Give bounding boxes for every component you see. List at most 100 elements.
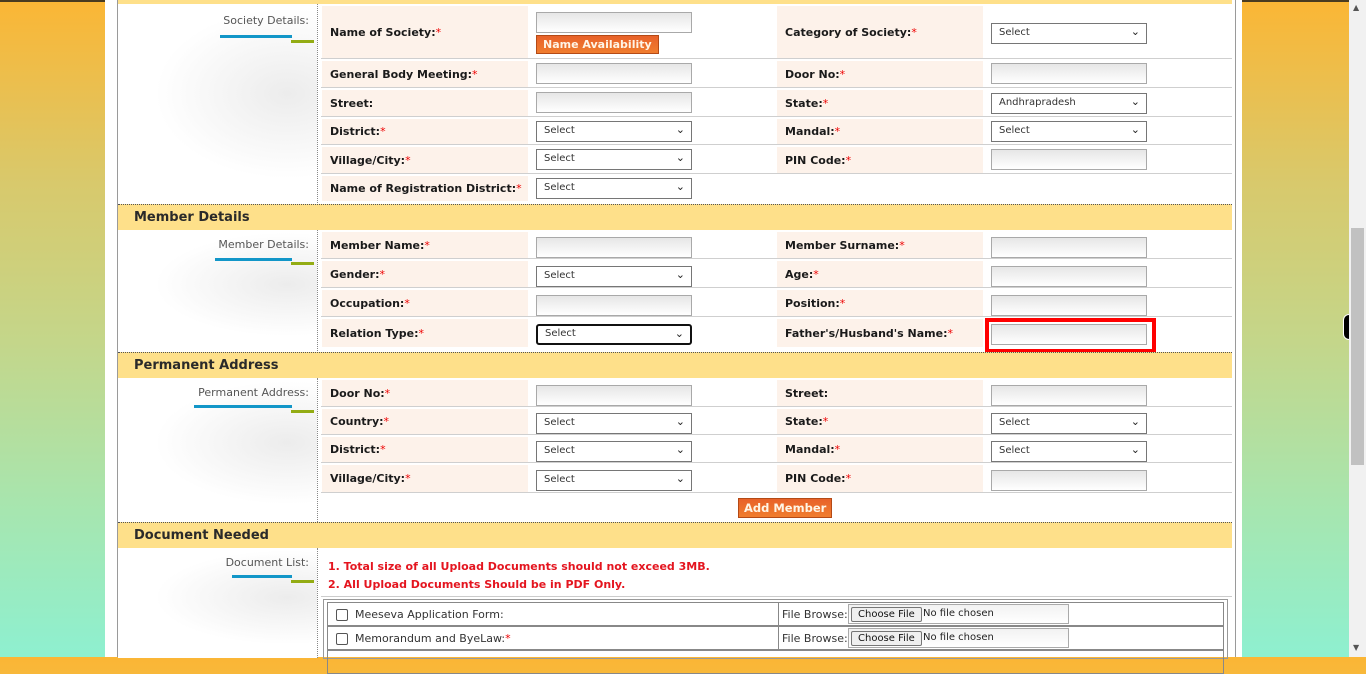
chevron-down-icon: ⌄ xyxy=(675,443,685,456)
label-mandal: Mandal: * xyxy=(777,119,983,144)
label-state: State: * xyxy=(777,90,983,116)
row-address-country: Country: * Select ⌄ State: * Select ⌄ xyxy=(321,407,1232,435)
file-browse-label: File Browse: xyxy=(778,627,848,649)
occupation-input[interactable] xyxy=(536,295,692,316)
document-name: Meeseva Application Form: xyxy=(355,608,504,621)
label-father-husband-name: Father's/Husband's Name: * xyxy=(777,319,983,347)
address-district-select[interactable]: Select ⌄ xyxy=(536,441,692,462)
label-general-body-meeting: General Body Meeting: * xyxy=(322,61,528,87)
section-header-permanent-address: Permanent Address xyxy=(118,352,1232,378)
address-state-select[interactable]: Select ⌄ xyxy=(991,413,1147,434)
address-door-no-input[interactable] xyxy=(536,385,692,406)
mandal-select[interactable]: Select ⌄ xyxy=(991,121,1147,142)
address-mandal-select[interactable]: Select ⌄ xyxy=(991,441,1147,462)
document-checkbox[interactable] xyxy=(336,609,348,621)
label-village-city: Village/City: * xyxy=(322,147,528,173)
label-address-pin-code: PIN Code: * xyxy=(777,465,983,492)
vertical-scrollbar[interactable]: ▲ ▼ xyxy=(1349,0,1366,657)
name-of-society-input[interactable] xyxy=(536,12,692,33)
file-browse-label: File Browse: xyxy=(778,603,848,625)
green-underline xyxy=(291,580,314,583)
green-underline xyxy=(291,262,314,265)
chevron-down-icon: ⌄ xyxy=(675,268,685,281)
member-side-label: Member Details: xyxy=(118,230,318,351)
name-availability-button[interactable]: Name Availability xyxy=(536,35,659,54)
blue-underline xyxy=(194,405,292,408)
document-checkbox[interactable] xyxy=(336,633,348,645)
label-address-street: Street: xyxy=(777,380,983,406)
society-side-label: Society Details: xyxy=(118,4,318,203)
row-occupation: Occupation: * Position: * xyxy=(321,288,1232,317)
document-list-table: Meeseva Application Form: File Browse: C… xyxy=(323,599,1228,674)
district-select[interactable]: Select ⌄ xyxy=(536,121,692,142)
green-underline xyxy=(291,410,314,413)
document-row: Meeseva Application Form: File Browse: C… xyxy=(327,602,1224,626)
highlight-box xyxy=(985,318,1156,353)
chevron-down-icon: ⌄ xyxy=(675,180,685,193)
row-street: Street: State: * Andhrapradesh ⌄ xyxy=(321,88,1232,117)
documents-side-label-text: Document List: xyxy=(225,556,309,569)
chevron-down-icon: ⌄ xyxy=(1130,123,1140,136)
file-input[interactable]: Choose File No file chosen xyxy=(848,604,1069,624)
label-address-village-city: Village/City: * xyxy=(322,465,528,492)
add-member-button[interactable]: Add Member xyxy=(738,498,833,518)
documents-side-label: Document List: xyxy=(118,548,318,658)
category-of-society-select[interactable]: Select ⌄ xyxy=(991,23,1147,44)
label-address-state: State: * xyxy=(777,409,983,434)
chevron-down-icon: ⌄ xyxy=(1130,415,1140,428)
position-input[interactable] xyxy=(991,295,1147,316)
row-address-door-no: Door No: * Street: xyxy=(321,378,1232,407)
row-address-village: Village/City: * Select ⌄ PIN Code: * xyxy=(321,463,1232,493)
file-status: No file chosen xyxy=(923,608,994,619)
address-village-city-select[interactable]: Select ⌄ xyxy=(536,470,692,491)
label-street: Street: xyxy=(322,90,528,116)
scroll-down-icon[interactable]: ▼ xyxy=(1353,643,1359,652)
label-district: District: * xyxy=(322,119,528,144)
chevron-down-icon: ⌄ xyxy=(674,327,684,340)
age-input[interactable] xyxy=(991,266,1147,287)
chevron-down-icon: ⌄ xyxy=(1130,95,1140,108)
gender-select[interactable]: Select ⌄ xyxy=(536,266,692,287)
label-country: Country: * xyxy=(322,409,528,434)
label-registration-district: Name of Registration District: * xyxy=(322,176,528,201)
label-age: Age: * xyxy=(777,261,983,287)
village-city-select[interactable]: Select ⌄ xyxy=(536,149,692,170)
chevron-down-icon: ⌄ xyxy=(675,151,685,164)
upload-note-size: 1. Total size of all Upload Documents sh… xyxy=(328,560,710,573)
row-gender: Gender: * Select ⌄ Age: * xyxy=(321,259,1232,288)
row-general-body: General Body Meeting: * Door No: * xyxy=(321,59,1232,88)
society-details-section: Society Details: Name of Society: * Name … xyxy=(118,4,1232,203)
page-container: Society Details: Name of Society: * Name … xyxy=(105,0,1242,674)
chevron-down-icon: ⌄ xyxy=(675,415,685,428)
state-select[interactable]: Andhrapradesh ⌄ xyxy=(991,93,1147,114)
row-village: Village/City: * Select ⌄ PIN Code: * xyxy=(321,145,1232,174)
general-body-meeting-input[interactable] xyxy=(536,63,692,84)
pin-code-input[interactable] xyxy=(991,149,1147,170)
address-pin-code-input[interactable] xyxy=(991,470,1147,491)
green-underline xyxy=(291,40,314,43)
scrollbar-thumb[interactable] xyxy=(1351,228,1364,465)
label-member-name: Member Name: * xyxy=(322,232,528,258)
blue-underline xyxy=(220,35,292,38)
label-category-of-society: Category of Society: * xyxy=(777,6,983,58)
registration-district-select[interactable]: Select ⌄ xyxy=(536,178,692,199)
row-address-district: District: * Select ⌄ Mandal: * Select ⌄ xyxy=(321,435,1232,463)
form-panel: Society Details: Name of Society: * Name … xyxy=(117,0,1236,674)
street-input[interactable] xyxy=(536,92,692,113)
door-no-input[interactable] xyxy=(991,63,1147,84)
choose-file-button[interactable]: Choose File xyxy=(851,607,922,622)
relation-type-select[interactable]: Select ⌄ xyxy=(536,324,692,345)
address-side-label: Permanent Address: xyxy=(118,378,318,522)
file-input[interactable]: Choose File No file chosen xyxy=(848,628,1069,648)
choose-file-button[interactable]: Choose File xyxy=(851,631,922,646)
member-side-label-text: Member Details: xyxy=(218,238,309,251)
upload-note-pdf: 2. All Upload Documents Should be in PDF… xyxy=(328,578,626,591)
label-address-door-no: Door No: * xyxy=(322,380,528,406)
member-name-input[interactable] xyxy=(536,237,692,258)
address-street-input[interactable] xyxy=(991,385,1147,406)
label-address-mandal: Mandal: * xyxy=(777,437,983,462)
country-select[interactable]: Select ⌄ xyxy=(536,413,692,434)
member-surname-input[interactable] xyxy=(991,237,1147,258)
scroll-up-icon[interactable]: ▲ xyxy=(1353,3,1359,12)
label-address-district: District: * xyxy=(322,437,528,462)
